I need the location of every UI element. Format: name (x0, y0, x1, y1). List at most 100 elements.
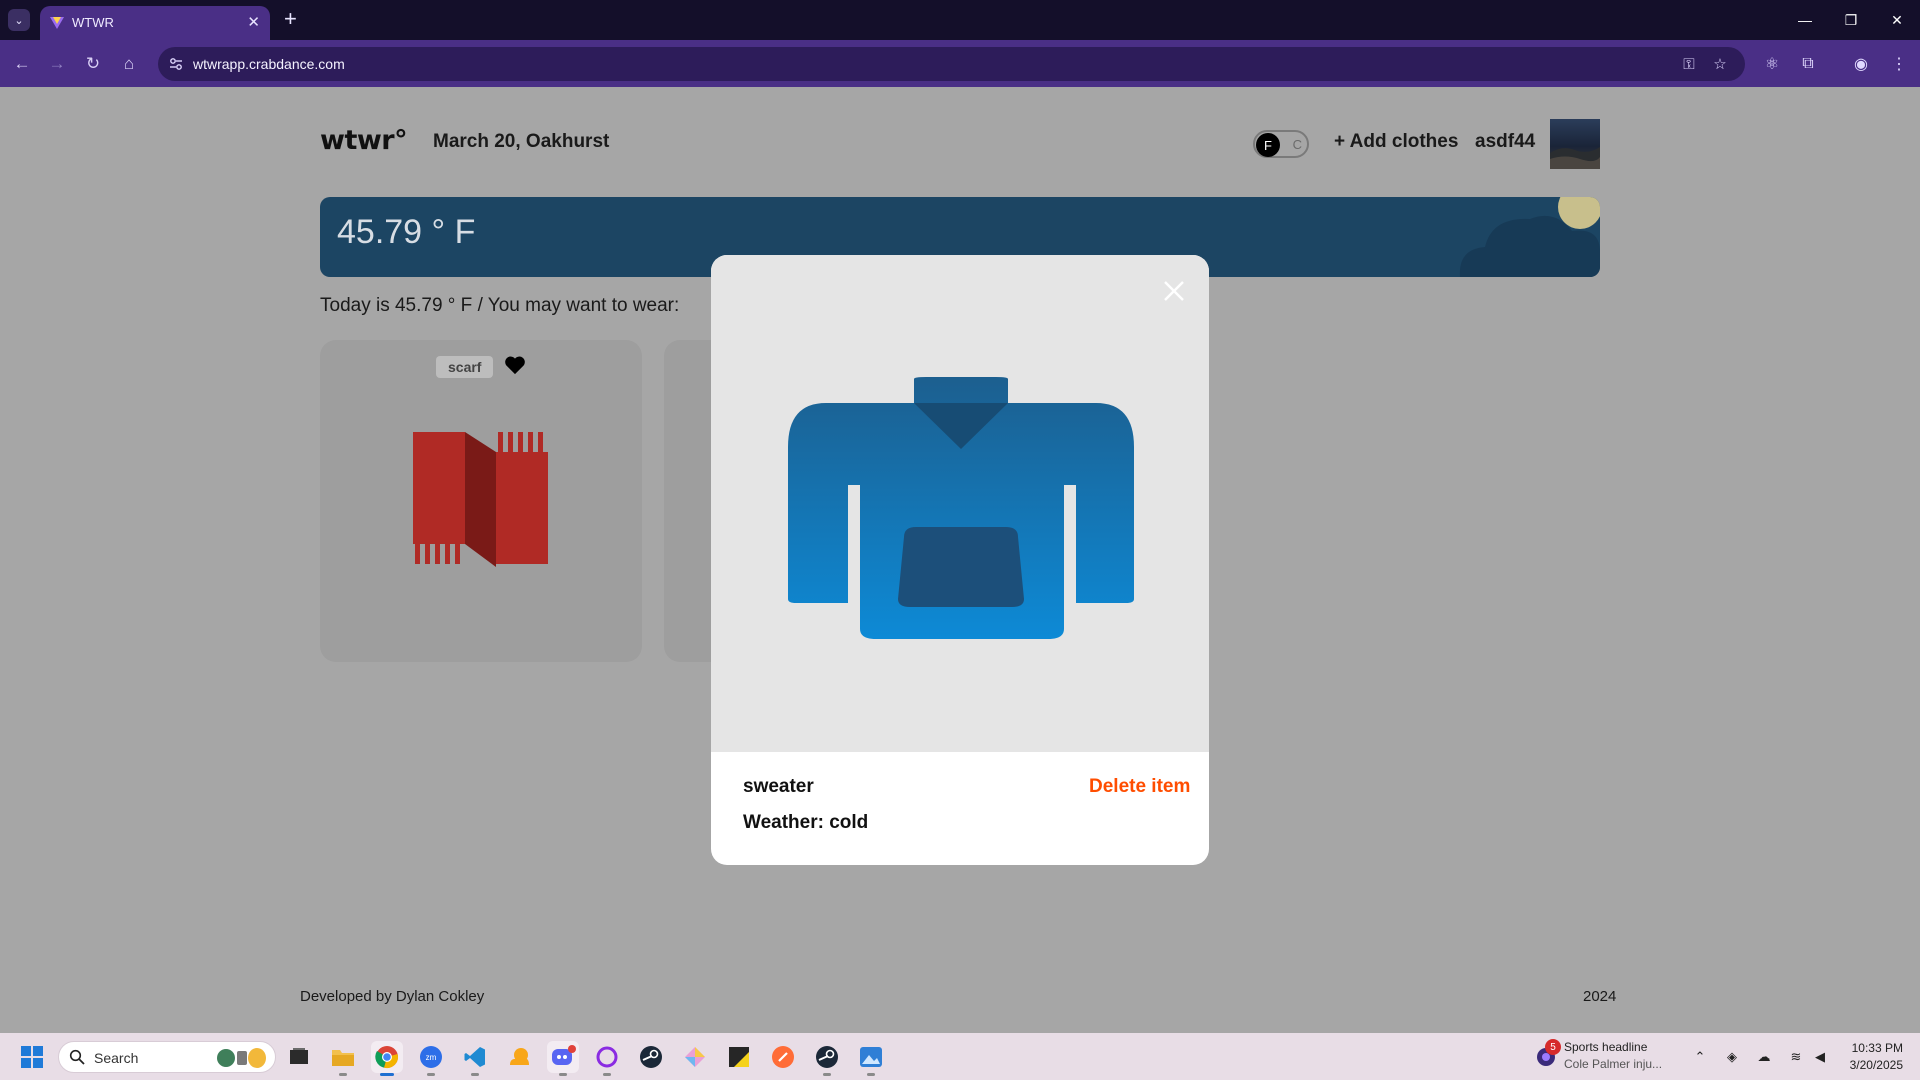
site-info-icon[interactable] (168, 56, 184, 72)
task-view-app[interactable] (283, 1041, 315, 1073)
weather-temperature: 45.79 ° F (337, 213, 476, 251)
steam-icon (816, 1046, 838, 1068)
add-clothes-button[interactable]: + Add clothes (1334, 131, 1458, 153)
chrome-icon (375, 1046, 398, 1068)
browser-toolbar: ← → ↻ ⌂ wtwrapp.crabdance.com ⚿ ☆ ⚛ ⧉ ◉ … (0, 40, 1920, 87)
sweater-icon (788, 377, 1134, 639)
profile-avatar-icon[interactable]: ◉ (1850, 53, 1872, 75)
svg-text:zm: zm (426, 1053, 437, 1062)
url-text[interactable]: wtwrapp.crabdance.com (193, 56, 345, 72)
forward-arrow-icon[interactable]: → (45, 52, 69, 76)
extension-atom-icon[interactable]: ⚛ (1761, 53, 1783, 75)
ring-icon (596, 1046, 618, 1068)
window-controls: — ❐ ✕ (1782, 0, 1920, 40)
footer-developer: Developed by Dylan Cokley (300, 988, 485, 1005)
footer-year: 2024 (1583, 988, 1617, 1005)
card-label: scarf (436, 356, 494, 378)
close-icon[interactable] (1161, 278, 1187, 304)
close-window-button[interactable]: ✕ (1874, 0, 1920, 40)
steam-icon (640, 1046, 662, 1068)
tab-close-icon[interactable]: ✕ (247, 13, 260, 31)
heart-icon[interactable] (504, 355, 526, 375)
back-arrow-icon[interactable]: ← (10, 52, 34, 76)
news-headline-title[interactable]: Sports headline (1564, 1040, 1647, 1054)
task-view-icon (290, 1048, 308, 1064)
avatar-landscape-icon (1550, 147, 1600, 169)
chrome-app[interactable] (371, 1041, 403, 1076)
security-shield-icon[interactable]: ◈ (1723, 1048, 1741, 1066)
running-indicator (603, 1073, 611, 1076)
restore-button[interactable]: ❐ (1828, 0, 1874, 40)
browser-menu-icon[interactable]: ⋮ (1888, 53, 1910, 75)
chevron-up-icon[interactable]: ⌃ (1691, 1048, 1709, 1066)
clock-date[interactable]: 3/20/2025 (1843, 1058, 1903, 1072)
minimize-button[interactable]: — (1782, 0, 1828, 40)
os-taskbar: Search zm 5 Sports headline Cole Palmer … (0, 1033, 1920, 1080)
running-indicator (823, 1073, 831, 1076)
username[interactable]: asdf44 (1475, 131, 1535, 153)
discord-icon (552, 1045, 576, 1065)
search-placeholder: Search (94, 1050, 139, 1066)
cloud-sun-icon (1459, 197, 1600, 277)
news-headline-subtitle[interactable]: Cole Palmer inju... (1564, 1057, 1662, 1071)
home-icon[interactable]: ⌂ (117, 52, 141, 76)
address-bar[interactable]: wtwrapp.crabdance.com ⚿ ☆ (158, 47, 1745, 81)
weather-widget-app[interactable] (503, 1041, 535, 1073)
scarf-icon (413, 432, 548, 567)
running-indicator (471, 1073, 479, 1076)
running-indicator (427, 1073, 435, 1076)
running-indicator (867, 1073, 875, 1076)
running-indicator (559, 1073, 567, 1076)
wifi-icon[interactable]: ≋ (1787, 1048, 1805, 1066)
wear-recommendation-text: Today is 45.79 ° F / You may want to wea… (320, 295, 680, 316)
toggle-fahrenheit[interactable]: F (1256, 133, 1280, 157)
active-indicator (380, 1073, 394, 1076)
sticky-note-icon (729, 1047, 749, 1067)
steam-app-2[interactable] (811, 1041, 843, 1076)
file-explorer-app[interactable] (327, 1041, 359, 1076)
avatar[interactable] (1550, 119, 1600, 169)
steam-app[interactable] (635, 1041, 667, 1073)
new-tab-button[interactable]: + (284, 7, 297, 31)
circle-app[interactable] (591, 1041, 623, 1076)
taskbar-search[interactable]: Search (58, 1041, 276, 1073)
discord-app[interactable] (547, 1041, 579, 1076)
modal-image-area (711, 255, 1209, 752)
sun-cloud-icon (510, 1048, 529, 1065)
vscode-app[interactable] (459, 1041, 491, 1076)
app-logo[interactable]: wtwr° (320, 125, 408, 156)
rocket-icon (772, 1046, 794, 1068)
tab-search-button[interactable]: ⌄ (8, 9, 30, 31)
sticky-notes-app[interactable] (723, 1041, 755, 1073)
toggle-celsius[interactable]: C (1293, 137, 1302, 152)
date-location: March 20, Oakhurst (433, 131, 610, 152)
zoom-icon: zm (420, 1046, 442, 1068)
clock-time[interactable]: 10:33 PM (1843, 1041, 1903, 1055)
extensions-puzzle-icon[interactable]: ⧉ (1797, 53, 1819, 75)
item-preview-modal: sweater Delete item Weather: cold (711, 255, 1209, 865)
modal-weather-type: Weather: cold (743, 812, 869, 833)
gem-app[interactable] (679, 1041, 711, 1073)
folder-icon (332, 1050, 354, 1066)
news-badge: 5 (1545, 1039, 1561, 1055)
postman-app[interactable] (767, 1041, 799, 1073)
cloud-offline-icon[interactable]: ☁ (1755, 1048, 1773, 1066)
diamond-icon (685, 1047, 705, 1067)
tab-title: WTWR (72, 15, 114, 30)
browser-tab[interactable]: WTWR ✕ (40, 6, 270, 40)
wtwr-favicon-icon (50, 17, 64, 29)
temperature-unit-toggle[interactable]: F C (1253, 130, 1309, 158)
windows-start-icon[interactable] (20, 1045, 44, 1069)
photos-icon (860, 1047, 882, 1067)
bookmark-star-icon[interactable]: ☆ (1711, 55, 1729, 73)
clothing-card[interactable]: scarf (320, 340, 642, 662)
delete-item-button[interactable]: Delete item (1089, 776, 1190, 798)
search-icon (69, 1049, 85, 1065)
volume-icon[interactable]: ◀ (1811, 1048, 1829, 1066)
browser-tab-strip: ⌄ WTWR ✕ + — ❐ ✕ (0, 0, 1920, 40)
password-key-icon[interactable]: ⚿ (1680, 55, 1698, 73)
reload-icon[interactable]: ↻ (81, 52, 105, 76)
modal-item-name: sweater (743, 776, 814, 797)
zoom-app[interactable]: zm (415, 1041, 447, 1076)
photos-app[interactable] (855, 1041, 887, 1076)
